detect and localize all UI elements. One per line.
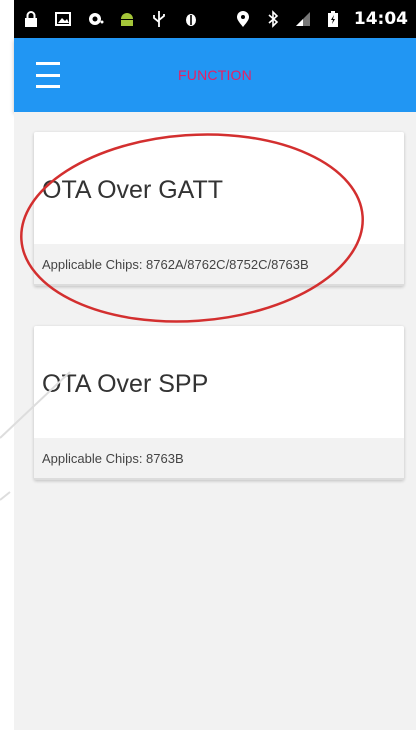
card-title: OTA Over SPP xyxy=(42,370,209,398)
page-title: FUNCTION xyxy=(178,67,252,83)
menu-icon xyxy=(36,62,60,65)
function-list: OTA Over GATT Applicable Chips: 8762A/87… xyxy=(14,112,416,730)
image-icon xyxy=(55,12,71,26)
signal-icon xyxy=(295,12,310,26)
android-debug-icon xyxy=(186,14,196,26)
status-icons-left xyxy=(22,10,200,28)
usb-icon xyxy=(153,11,165,27)
app-bar: FUNCTION xyxy=(14,38,416,112)
ota-over-gatt-card[interactable]: OTA Over GATT Applicable Chips: 8762A/87… xyxy=(34,132,404,286)
status-bar: 14:04 xyxy=(14,0,416,38)
bluetooth-icon xyxy=(268,10,279,28)
battery-icon xyxy=(327,11,338,27)
card-chips-label: Applicable Chips: 8762A/8762C/8752C/8763… xyxy=(34,244,404,286)
ota-over-spp-card[interactable]: OTA Over SPP Applicable Chips: 8763B xyxy=(34,326,404,480)
status-icons-right: 14:04 xyxy=(234,9,408,29)
card-chips-label: Applicable Chips: 8763B xyxy=(34,438,404,480)
cast-icon xyxy=(89,13,104,25)
menu-button[interactable] xyxy=(36,62,60,88)
status-time: 14:04 xyxy=(353,9,408,29)
android-icon xyxy=(121,13,133,26)
location-icon xyxy=(236,11,249,27)
lock-icon xyxy=(25,11,37,27)
card-title: OTA Over GATT xyxy=(42,176,224,204)
